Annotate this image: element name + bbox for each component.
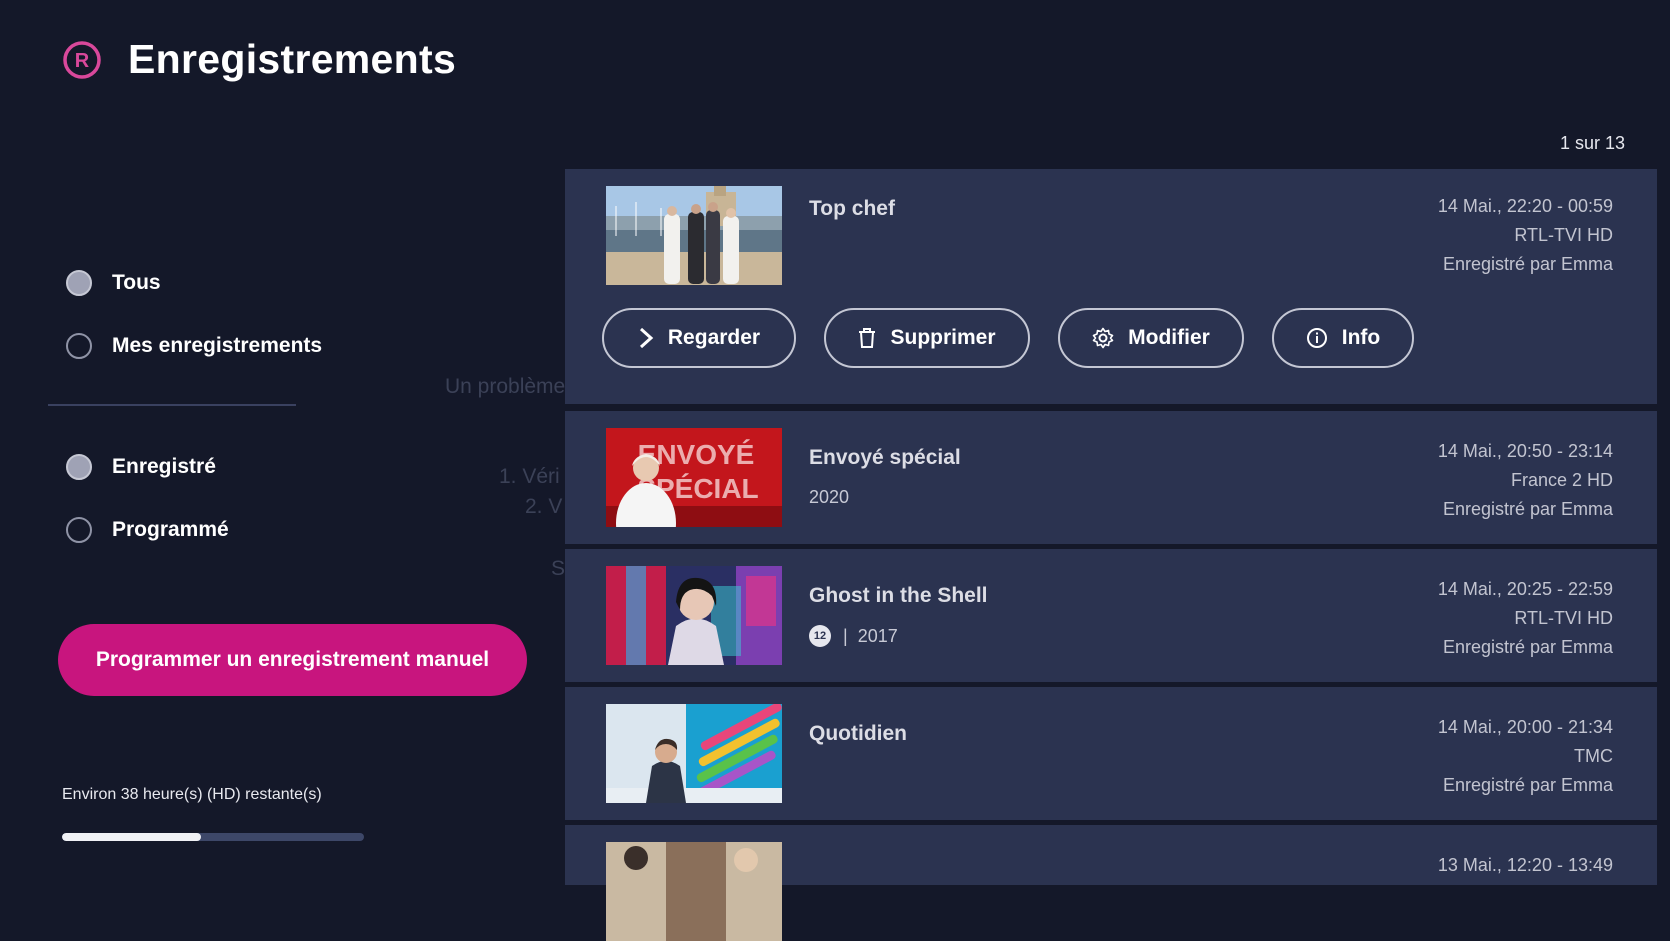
recording-card-quotidien[interactable]: Quotidien 14 Mai., 20:00 - 21:34 TMC Enr… <box>565 687 1657 820</box>
radio-unselected-icon <box>66 333 92 359</box>
radio-selected-icon <box>66 270 92 296</box>
recording-channel: TMC <box>1574 746 1613 766</box>
svg-text:R: R <box>75 50 90 72</box>
filter-my-recordings[interactable]: Mes enregistrements <box>66 333 322 359</box>
chevron-right-icon <box>639 327 654 349</box>
recording-actions: Regarder Supprimer Modifier Info <box>602 308 1442 368</box>
thumbnail-quotidien <box>606 704 782 803</box>
recording-channel: France 2 HD <box>1510 470 1613 490</box>
recording-meta: 14 Mai., 20:25 - 22:59 RTL-TVI HD Enregi… <box>1438 575 1613 662</box>
background-message-line: Un problème <box>445 375 566 398</box>
recording-owner: Enregistré par Emma <box>1442 775 1613 795</box>
radio-unselected-icon <box>66 517 92 543</box>
recording-meta: 14 Mai., 20:00 - 21:34 TMC Enregistré pa… <box>1438 713 1613 800</box>
filter-divider <box>48 404 296 406</box>
watch-button-label: Regarder <box>667 326 761 349</box>
subtitle-separator: | <box>843 625 848 646</box>
recording-datetime: 14 Mai., 20:00 - 21:34 <box>1437 717 1613 737</box>
edit-button[interactable]: Modifier <box>1058 308 1244 368</box>
recording-meta: 13 Mai., 12:20 - 13:49 <box>1438 851 1613 880</box>
gear-icon <box>1092 327 1114 349</box>
recording-datetime: 14 Mai., 20:50 - 23:14 <box>1437 441 1613 461</box>
background-message-line: 2. V <box>525 495 563 518</box>
recording-subtitle: 12 | 2017 <box>809 625 898 647</box>
filter-label: Tous <box>112 271 161 294</box>
filter-label: Enregistré <box>112 455 216 478</box>
info-button-label: Info <box>1341 326 1381 349</box>
delete-button[interactable]: Supprimer <box>824 308 1030 368</box>
page-counter: 1 sur 13 <box>1559 133 1625 153</box>
info-icon <box>1306 328 1327 348</box>
recording-datetime: 14 Mai., 22:20 - 00:59 <box>1437 196 1613 216</box>
delete-button-label: Supprimer <box>890 326 996 349</box>
recording-title: Envoyé spécial <box>809 446 961 469</box>
recording-title: Ghost in the Shell <box>809 584 988 607</box>
storage-progress-bar <box>62 833 364 841</box>
filter-scheduled[interactable]: Programmé <box>66 517 229 543</box>
storage-progress-fill <box>62 833 201 841</box>
recording-card-top-chef[interactable]: Top chef 14 Mai., 22:20 - 00:59 RTL-TVI … <box>565 169 1657 404</box>
recording-meta: 14 Mai., 20:50 - 23:14 France 2 HD Enreg… <box>1438 437 1613 524</box>
recording-subtitle: 2020 <box>809 487 849 508</box>
filter-recorded[interactable]: Enregistré <box>66 454 216 480</box>
recording-datetime: 14 Mai., 20:25 - 22:59 <box>1437 579 1613 599</box>
recording-card-partial[interactable]: 13 Mai., 12:20 - 13:49 <box>565 825 1657 941</box>
info-button[interactable]: Info <box>1272 308 1414 368</box>
page-title: Enregistrements <box>128 36 457 82</box>
filter-all[interactable]: Tous <box>66 270 161 296</box>
recording-card-envoye-special[interactable]: ENVOYÉ SPÉCIAL Envoyé spécial 2020 14 Ma… <box>565 411 1657 544</box>
recording-channel: RTL-TVI HD <box>1514 608 1613 628</box>
filter-label: Programmé <box>112 518 229 541</box>
recording-meta: 14 Mai., 22:20 - 00:59 RTL-TVI HD Enregi… <box>1438 192 1613 279</box>
recording-title: Top chef <box>809 197 895 220</box>
thumbnail-partial <box>606 842 782 941</box>
recording-owner: Enregistré par Emma <box>1442 637 1613 657</box>
recording-year: 2017 <box>857 625 898 646</box>
recording-card-ghost-in-the-shell[interactable]: Ghost in the Shell 12 | 2017 14 Mai., 20… <box>565 549 1657 682</box>
manual-recording-button[interactable]: Programmer un enregistrement manuel <box>58 624 527 696</box>
recording-owner: Enregistré par Emma <box>1442 254 1613 274</box>
recording-datetime: 13 Mai., 12:20 - 13:49 <box>1437 855 1613 875</box>
filter-label: Mes enregistrements <box>112 334 323 357</box>
age-rating-icon: 12 <box>809 625 831 647</box>
page-header: R Enregistrements <box>62 36 456 83</box>
thumbnail-top-chef <box>606 186 782 285</box>
watch-button[interactable]: Regarder <box>602 308 796 368</box>
recording-title: Quotidien <box>809 722 907 745</box>
background-message-line: 1. Véri <box>499 465 560 488</box>
thumbnail-envoye-special: ENVOYÉ SPÉCIAL <box>606 428 782 527</box>
radio-selected-icon <box>66 454 92 480</box>
registered-icon: R <box>62 40 102 80</box>
background-message-line: S <box>551 557 566 580</box>
trash-icon <box>859 328 876 348</box>
edit-button-label: Modifier <box>1128 326 1210 349</box>
recording-year: 2020 <box>809 487 850 507</box>
thumbnail-ghost-in-the-shell <box>606 566 782 665</box>
recording-owner: Enregistré par Emma <box>1442 499 1613 519</box>
storage-remaining-text: Environ 38 heure(s) (HD) restante(s) <box>62 786 322 803</box>
recording-channel: RTL-TVI HD <box>1514 225 1613 245</box>
